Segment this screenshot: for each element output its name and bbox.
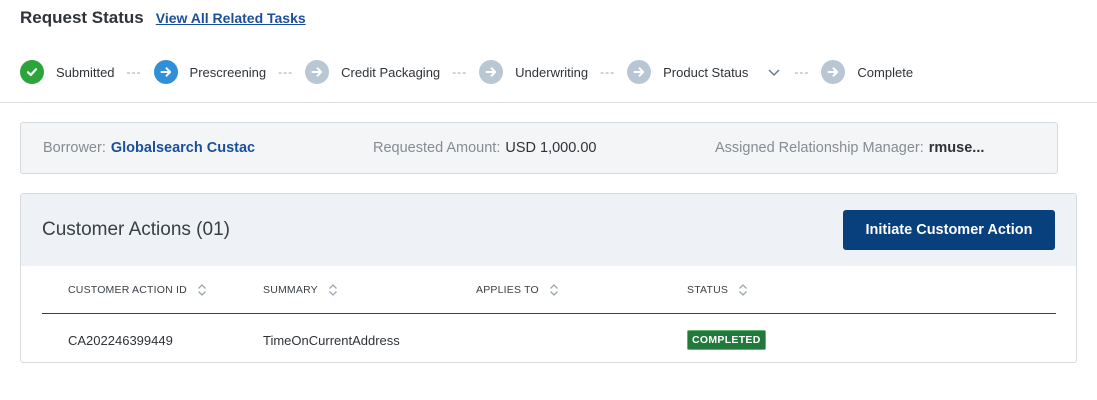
request-info-bar: Borrower: Globalsearch Custac Requested … xyxy=(20,122,1058,174)
column-header-status[interactable]: STATUS xyxy=(687,283,1056,297)
status-stepper: Submitted --- Prescreening --- Credit Pa… xyxy=(20,59,913,85)
requested-amount-label: Requested Amount: xyxy=(373,140,501,156)
column-header-label: APPLIES TO xyxy=(476,283,539,296)
step-submitted[interactable]: Submitted xyxy=(20,60,115,84)
step-separator: --- xyxy=(600,65,616,79)
column-header-summary[interactable]: SUMMARY xyxy=(263,283,476,297)
step-prescreening[interactable]: Prescreening xyxy=(153,60,267,84)
column-header-label: CUSTOMER ACTION ID xyxy=(68,283,187,296)
borrower-link[interactable]: Globalsearch Custac xyxy=(111,140,255,156)
sort-icon[interactable] xyxy=(328,283,338,297)
sort-icon[interactable] xyxy=(549,283,559,297)
step-separator: --- xyxy=(126,65,142,79)
status-badge: COMPLETED xyxy=(687,330,766,350)
step-label: Prescreening xyxy=(189,64,267,80)
step-separator: --- xyxy=(794,65,810,79)
check-icon xyxy=(20,60,44,84)
step-label: Complete xyxy=(857,64,914,80)
table-row[interactable]: CA202246399449 TimeOnCurrentAddress COMP… xyxy=(42,314,1056,362)
arrow-right-icon xyxy=(821,60,846,84)
step-label: Underwriting xyxy=(515,64,589,80)
borrower-info: Borrower: Globalsearch Custac xyxy=(43,140,373,156)
request-status-header: Request Status View All Related Tasks xyxy=(20,8,306,28)
step-credit-packaging[interactable]: Credit Packaging xyxy=(305,60,440,84)
chevron-down-icon[interactable] xyxy=(766,64,782,80)
header-divider xyxy=(0,102,1097,103)
customer-actions-header: Customer Actions (01) Initiate Customer … xyxy=(21,194,1076,266)
relationship-manager-label: Assigned Relationship Manager: xyxy=(715,140,924,156)
customer-actions-title: Customer Actions (01) xyxy=(42,219,230,240)
step-product-status[interactable]: Product Status xyxy=(627,60,782,84)
summary-cell: TimeOnCurrentAddress xyxy=(263,332,400,348)
step-separator: --- xyxy=(278,65,294,79)
requested-amount-value: USD 1,000.00 xyxy=(505,140,597,156)
sort-icon[interactable] xyxy=(197,283,207,297)
customer-actions-panel: Customer Actions (01) Initiate Customer … xyxy=(20,193,1077,363)
relationship-manager-info: Assigned Relationship Manager: rmuse... xyxy=(715,140,984,156)
arrow-right-icon xyxy=(479,60,504,84)
step-label: Submitted xyxy=(56,64,115,80)
status-cell: COMPLETED xyxy=(687,330,1056,350)
column-header-applies-to[interactable]: APPLIES TO xyxy=(476,283,687,297)
customer-action-id-cell: CA202246399449 xyxy=(68,332,173,348)
column-header-customer-action-id[interactable]: CUSTOMER ACTION ID xyxy=(42,283,263,297)
arrow-right-icon xyxy=(305,60,330,84)
column-header-label: STATUS xyxy=(687,283,729,296)
relationship-manager-value: rmuse... xyxy=(928,140,985,156)
requested-amount-info: Requested Amount: USD 1,000.00 xyxy=(373,140,715,156)
customer-actions-table: CUSTOMER ACTION ID SUMMARY APPLIES TO ST… xyxy=(42,266,1056,362)
column-header-label: SUMMARY xyxy=(263,283,318,296)
arrow-right-icon xyxy=(153,60,178,84)
page-title: Request Status xyxy=(20,8,144,27)
step-label: Credit Packaging xyxy=(341,64,441,80)
step-separator: --- xyxy=(452,65,468,79)
step-complete[interactable]: Complete xyxy=(821,60,913,84)
step-underwriting[interactable]: Underwriting xyxy=(479,60,588,84)
table-header: CUSTOMER ACTION ID SUMMARY APPLIES TO ST… xyxy=(42,266,1056,314)
borrower-label: Borrower: xyxy=(43,140,106,156)
view-all-related-tasks-link[interactable]: View All Related Tasks xyxy=(156,10,306,26)
sort-icon[interactable] xyxy=(738,283,748,297)
initiate-customer-action-button[interactable]: Initiate Customer Action xyxy=(843,210,1055,250)
arrow-right-icon xyxy=(627,60,652,84)
step-label: Product Status xyxy=(663,64,749,80)
